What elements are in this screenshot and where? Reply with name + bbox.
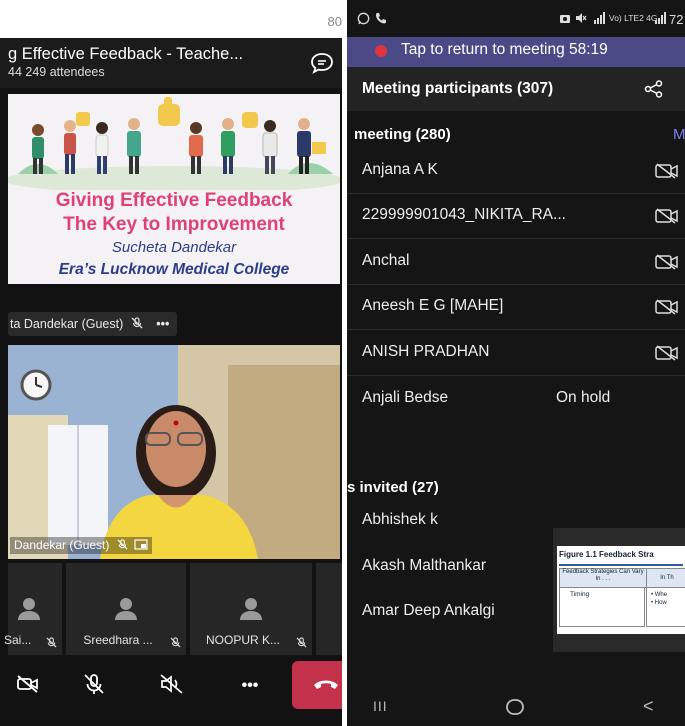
table-bullet: • How [651, 600, 667, 606]
caption-rule [559, 564, 683, 566]
attendee-count: 44 249 attendees [8, 65, 105, 79]
participant-tile[interactable]: Sreedhara ... [66, 563, 186, 655]
table-row-label: Timing [559, 587, 645, 627]
invited-section-header: s invited (27) [347, 479, 439, 496]
mic-off-icon [170, 635, 181, 653]
shared-slide: Giving Effective Feedback The Key to Imp… [8, 94, 340, 284]
mic-off-icon [296, 635, 307, 653]
avatar-icon [16, 595, 42, 626]
camera-off-button[interactable] [8, 660, 48, 712]
meeting-view: 80 g Effective Feedback - Teache... 44 2… [0, 0, 342, 726]
participants-panel: Vo) LTE2 4G 72 Tap to return to meeting … [347, 0, 685, 726]
participant-tile[interactable]: Sai... [4, 563, 62, 655]
invited-name: Amar Deep Ankalgi [362, 602, 495, 619]
participants-header: Meeting participants (307) [347, 67, 685, 111]
more-options-icon[interactable]: ••• [156, 317, 169, 331]
chat-icon[interactable] [310, 52, 334, 79]
participants-title: Meeting participants (307) [362, 80, 554, 97]
in-meeting-section-header: meeting (280) [354, 126, 451, 143]
invited-name: Abhishek k [362, 511, 438, 528]
figure-caption: Figure 1.1 Feedback Stra [559, 550, 654, 559]
speaker-video-frame [8, 345, 340, 559]
status-time: 72 [669, 12, 684, 27]
participant-name: 229999901043_NIKITA_RA... [362, 206, 566, 223]
status-number: 80 [327, 14, 342, 29]
share-icon[interactable] [644, 80, 664, 103]
status-bar: Vo) LTE2 4G 72 [347, 0, 685, 40]
participant-tile-name: Sreedhara ... [83, 633, 153, 647]
table-header-cell: Feedback Strategies Can Vary In . . . [559, 568, 647, 588]
participant-row[interactable]: Anchal [347, 239, 685, 285]
slide-title-line-2: The Key to Improvement [63, 214, 285, 235]
hang-up-button[interactable] [292, 661, 342, 709]
table-row-cell: • Whe • How [646, 587, 685, 627]
home-button-icon[interactable] [505, 698, 525, 721]
participant-name: Anjana A K [362, 161, 438, 178]
mute-status-icon [575, 12, 587, 27]
on-hold-status: On hold [556, 389, 611, 406]
avatar-icon [113, 595, 139, 626]
meeting-title[interactable]: g Effective Feedback - Teache... [8, 45, 243, 64]
video-name-label: Dandekar (Guest) [10, 537, 153, 554]
signal-icon [654, 12, 666, 27]
invited-name: Akash Malthankar [362, 557, 487, 574]
people-illustration [8, 97, 340, 190]
camera-status-icon [559, 12, 571, 27]
more-controls-button[interactable]: ••• [228, 660, 272, 712]
speaker-name: ta Dandekar (Guest) [10, 317, 124, 331]
participant-row[interactable]: Anjali Bedse On hold [347, 376, 685, 421]
mute-button[interactable] [72, 660, 116, 712]
mic-off-icon [131, 313, 143, 337]
camera-off-icon [17, 674, 39, 698]
slide-title-line-1: Giving Effective Feedback [55, 190, 293, 211]
mic-off-icon [83, 673, 105, 700]
participant-row[interactable]: 229999901043_NIKITA_RA... [347, 193, 685, 239]
participant-name: Aneesh E G [MAHE] [362, 297, 504, 314]
participant-tile[interactable]: NOOPUR K... [190, 563, 312, 655]
speaker-off-icon [160, 673, 184, 699]
avatar-icon [238, 595, 264, 626]
document-preview: Figure 1.1 Feedback Stra Feedback Strate… [557, 546, 685, 634]
participant-row[interactable]: ANISH PRADHAN [347, 330, 685, 376]
android-nav-bar: III < [347, 688, 685, 726]
back-button[interactable]: < [643, 696, 654, 717]
participant-row[interactable]: Anjana A K [347, 148, 685, 194]
return-to-meeting-banner[interactable]: Tap to return to meeting 58:19 [347, 37, 685, 67]
hang-up-icon [312, 677, 340, 696]
return-to-meeting-text: Tap to return to meeting 58:19 [401, 41, 608, 58]
camera-off-icon [655, 254, 679, 275]
participant-name: Anjali Bedse [362, 389, 449, 406]
camera-off-icon [655, 163, 679, 184]
shared-content-thumbnail[interactable]: Figure 1.1 Feedback Stra Feedback Strate… [553, 528, 685, 652]
recents-button[interactable]: III [373, 698, 388, 714]
slide-presenter: Sucheta Dandekar [111, 239, 237, 256]
participant-name: ANISH PRADHAN [362, 343, 490, 360]
network-label: Vo) LTE2 4G [609, 13, 658, 23]
camera-off-icon [655, 208, 679, 229]
table-bullet: • Whe [651, 592, 668, 598]
speaker-off-button[interactable] [150, 660, 194, 712]
phone-icon [375, 12, 387, 27]
pinned-icon [134, 539, 148, 553]
participant-name: Anchal [362, 252, 410, 269]
video-name-text: Dandekar (Guest) [14, 538, 110, 552]
status-bar [0, 0, 342, 42]
recording-dot-icon [375, 45, 387, 57]
signal-icon [593, 12, 605, 27]
mute-all-link[interactable]: M [673, 126, 685, 143]
mic-off-icon [46, 635, 57, 653]
mic-off-icon [117, 539, 128, 553]
participant-row[interactable]: Aneesh E G [MAHE] [347, 284, 685, 330]
camera-off-icon [655, 345, 679, 366]
speaker-name-chip[interactable]: ta Dandekar (Guest) ••• [8, 312, 178, 337]
slide-institution: Era’s Lucknow Medical College [58, 261, 290, 278]
camera-off-icon [655, 299, 679, 320]
participant-tile[interactable] [316, 563, 342, 655]
whatsapp-icon [357, 12, 370, 28]
table-header-cell: In Th [646, 568, 685, 588]
participant-tile-name: NOOPUR K... [205, 633, 280, 647]
speaker-video [8, 345, 340, 559]
